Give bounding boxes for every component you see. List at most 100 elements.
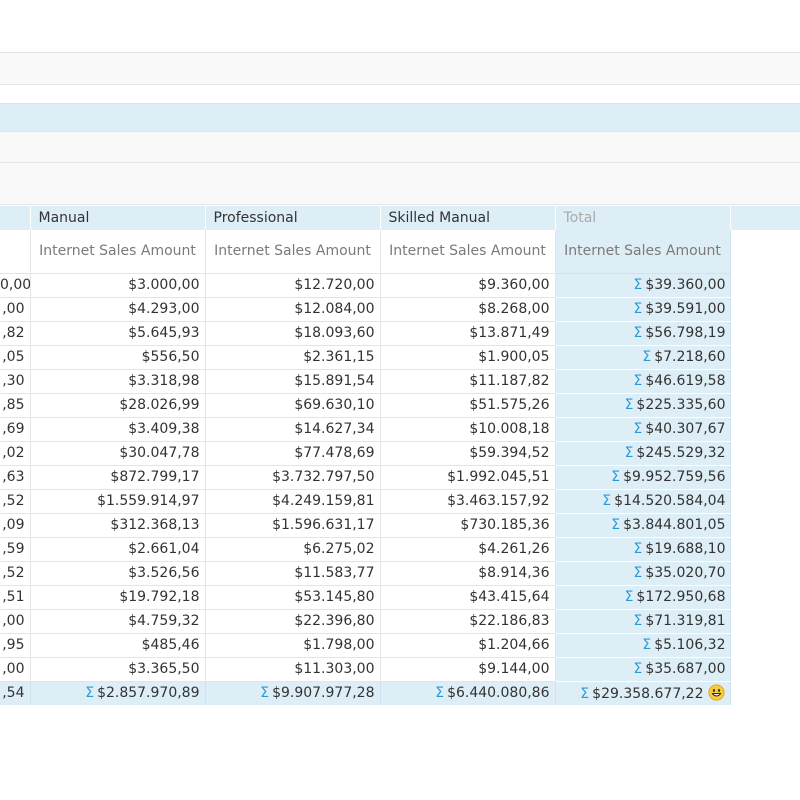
cell-professional[interactable]: $3.732.797,50 (205, 465, 381, 490)
cell-manual[interactable]: $4.759,32 (30, 609, 206, 634)
group-header-professional[interactable]: Professional (205, 206, 381, 230)
cell-total[interactable]: Σ $39.360,00 (555, 273, 731, 298)
measure-header[interactable]: Internet Sales Amount (380, 230, 556, 274)
row-filler (730, 321, 800, 345)
cell-skilled-manual[interactable]: $13.871,49 (380, 321, 556, 346)
cell-cut[interactable]: ,00 (0, 297, 31, 322)
cell-total[interactable]: Σ $39.591,00 (555, 297, 731, 322)
cell-professional[interactable]: $2.361,15 (205, 345, 381, 370)
cell-skilled-manual[interactable]: $9.360,00 (380, 273, 556, 298)
cell-cut[interactable]: ,52 (0, 489, 31, 514)
cell-manual[interactable]: $1.559.914,97 (30, 489, 206, 514)
cell-cut[interactable]: ,82 (0, 321, 31, 346)
cell-skilled-manual[interactable]: $730.185,36 (380, 513, 556, 538)
cell-cut[interactable]: ,09 (0, 513, 31, 538)
cell-skilled-manual[interactable]: $9.144,00 (380, 657, 556, 682)
cell-cut[interactable]: ,59 (0, 537, 31, 562)
grand-total[interactable]: Σ $29.358.677,22 (555, 681, 731, 705)
cell-cut[interactable]: ,52 (0, 561, 31, 586)
total-cut[interactable]: ,54 (0, 681, 31, 705)
cell-total[interactable]: Σ $172.950,68 (555, 585, 731, 610)
cell-cut[interactable]: ,30 (0, 369, 31, 394)
cell-total[interactable]: Σ $3.844.801,05 (555, 513, 731, 538)
cell-skilled-manual[interactable]: $3.463.157,92 (380, 489, 556, 514)
cell-professional[interactable]: $69.630,10 (205, 393, 381, 418)
cell-skilled-manual[interactable]: $22.186,83 (380, 609, 556, 634)
cell-manual[interactable]: $3.000,00 (30, 273, 206, 298)
group-header-skilled-manual[interactable]: Skilled Manual (380, 206, 556, 230)
total-manual[interactable]: Σ $2.857.970,89 (30, 681, 206, 705)
cell-skilled-manual[interactable]: $43.415,64 (380, 585, 556, 610)
cell-professional[interactable]: $12.084,00 (205, 297, 381, 322)
cell-total[interactable]: Σ $5.106,32 (555, 633, 731, 658)
group-header-manual[interactable]: Manual (30, 206, 206, 230)
cell-cut[interactable]: ,95 (0, 633, 31, 658)
cell-professional[interactable]: $4.249.159,81 (205, 489, 381, 514)
cell-cut[interactable]: ,85 (0, 393, 31, 418)
cell-total[interactable]: Σ $56.798,19 (555, 321, 731, 346)
cell-professional[interactable]: $11.583,77 (205, 561, 381, 586)
cell-skilled-manual[interactable]: $1.900,05 (380, 345, 556, 370)
cell-manual[interactable]: $28.026,99 (30, 393, 206, 418)
cell-professional[interactable]: $77.478,69 (205, 441, 381, 466)
cell-cut[interactable]: ,00 (0, 609, 31, 634)
total-skilled-manual[interactable]: Σ $6.440.080,86 (380, 681, 556, 705)
cell-manual[interactable]: $19.792,18 (30, 585, 206, 610)
cell-total[interactable]: Σ $19.688,10 (555, 537, 731, 562)
cell-professional[interactable]: $1.798,00 (205, 633, 381, 658)
cell-skilled-manual[interactable]: $59.394,52 (380, 441, 556, 466)
measure-header[interactable]: Internet Sales Amount (30, 230, 206, 274)
cell-total[interactable]: Σ $46.619,58 (555, 369, 731, 394)
cell-total[interactable]: Σ $35.687,00 (555, 657, 731, 682)
cell-total[interactable]: Σ $40.307,67 (555, 417, 731, 442)
cell-manual[interactable]: $5.645,93 (30, 321, 206, 346)
cell-total[interactable]: Σ $71.319,81 (555, 609, 731, 634)
cell-professional[interactable]: $6.275,02 (205, 537, 381, 562)
cell-manual[interactable]: $312.368,13 (30, 513, 206, 538)
cell-value: $19.688,10 (645, 541, 726, 557)
cell-skilled-manual[interactable]: $51.575,26 (380, 393, 556, 418)
cell-manual[interactable]: $3.409,38 (30, 417, 206, 442)
cell-total[interactable]: Σ $7.218,60 (555, 345, 731, 370)
cell-cut[interactable]: ,02 (0, 441, 31, 466)
total-professional[interactable]: Σ $9.907.977,28 (205, 681, 381, 705)
cell-skilled-manual[interactable]: $1.992.045,51 (380, 465, 556, 490)
cell-professional[interactable]: $53.145,80 (205, 585, 381, 610)
cell-professional[interactable]: $11.303,00 (205, 657, 381, 682)
cell-manual[interactable]: $3.365,50 (30, 657, 206, 682)
cell-cut[interactable]: 0,00 (0, 273, 31, 298)
cell-total[interactable]: Σ $35.020,70 (555, 561, 731, 586)
cell-skilled-manual[interactable]: $8.914,36 (380, 561, 556, 586)
cell-manual[interactable]: $556,50 (30, 345, 206, 370)
cell-skilled-manual[interactable]: $4.261,26 (380, 537, 556, 562)
cell-skilled-manual[interactable]: $8.268,00 (380, 297, 556, 322)
cell-cut[interactable]: ,05 (0, 345, 31, 370)
cell-manual[interactable]: $485,46 (30, 633, 206, 658)
cell-skilled-manual[interactable]: $10.008,18 (380, 417, 556, 442)
cell-professional[interactable]: $14.627,34 (205, 417, 381, 442)
cell-professional[interactable]: $18.093,60 (205, 321, 381, 346)
cell-manual[interactable]: $4.293,00 (30, 297, 206, 322)
cell-professional[interactable]: $1.596.631,17 (205, 513, 381, 538)
cell-manual[interactable]: $30.047,78 (30, 441, 206, 466)
cell-value: $71.319,81 (645, 613, 726, 629)
cell-cut[interactable]: ,51 (0, 585, 31, 610)
cell-manual[interactable]: $3.526,56 (30, 561, 206, 586)
cell-manual[interactable]: $872.799,17 (30, 465, 206, 490)
cell-total[interactable]: Σ $245.529,32 (555, 441, 731, 466)
cell-manual[interactable]: $3.318,98 (30, 369, 206, 394)
cell-skilled-manual[interactable]: $1.204,66 (380, 633, 556, 658)
measure-header[interactable]: Internet Sales Amount (205, 230, 381, 274)
cell-professional[interactable]: $12.720,00 (205, 273, 381, 298)
cell-professional[interactable]: $15.891,54 (205, 369, 381, 394)
cell-professional[interactable]: $22.396,80 (205, 609, 381, 634)
cell-cut[interactable]: ,63 (0, 465, 31, 490)
cell-cut[interactable]: ,00 (0, 657, 31, 682)
cell-cut[interactable]: ,69 (0, 417, 31, 442)
cell-manual[interactable]: $2.661,04 (30, 537, 206, 562)
cell-total[interactable]: Σ $225.335,60 (555, 393, 731, 418)
cell-total[interactable]: Σ $14.520.584,04 (555, 489, 731, 514)
cell-total[interactable]: Σ $9.952.759,56 (555, 465, 731, 490)
cell-skilled-manual[interactable]: $11.187,82 (380, 369, 556, 394)
measure-header-total[interactable]: Internet Sales Amount (555, 230, 731, 274)
